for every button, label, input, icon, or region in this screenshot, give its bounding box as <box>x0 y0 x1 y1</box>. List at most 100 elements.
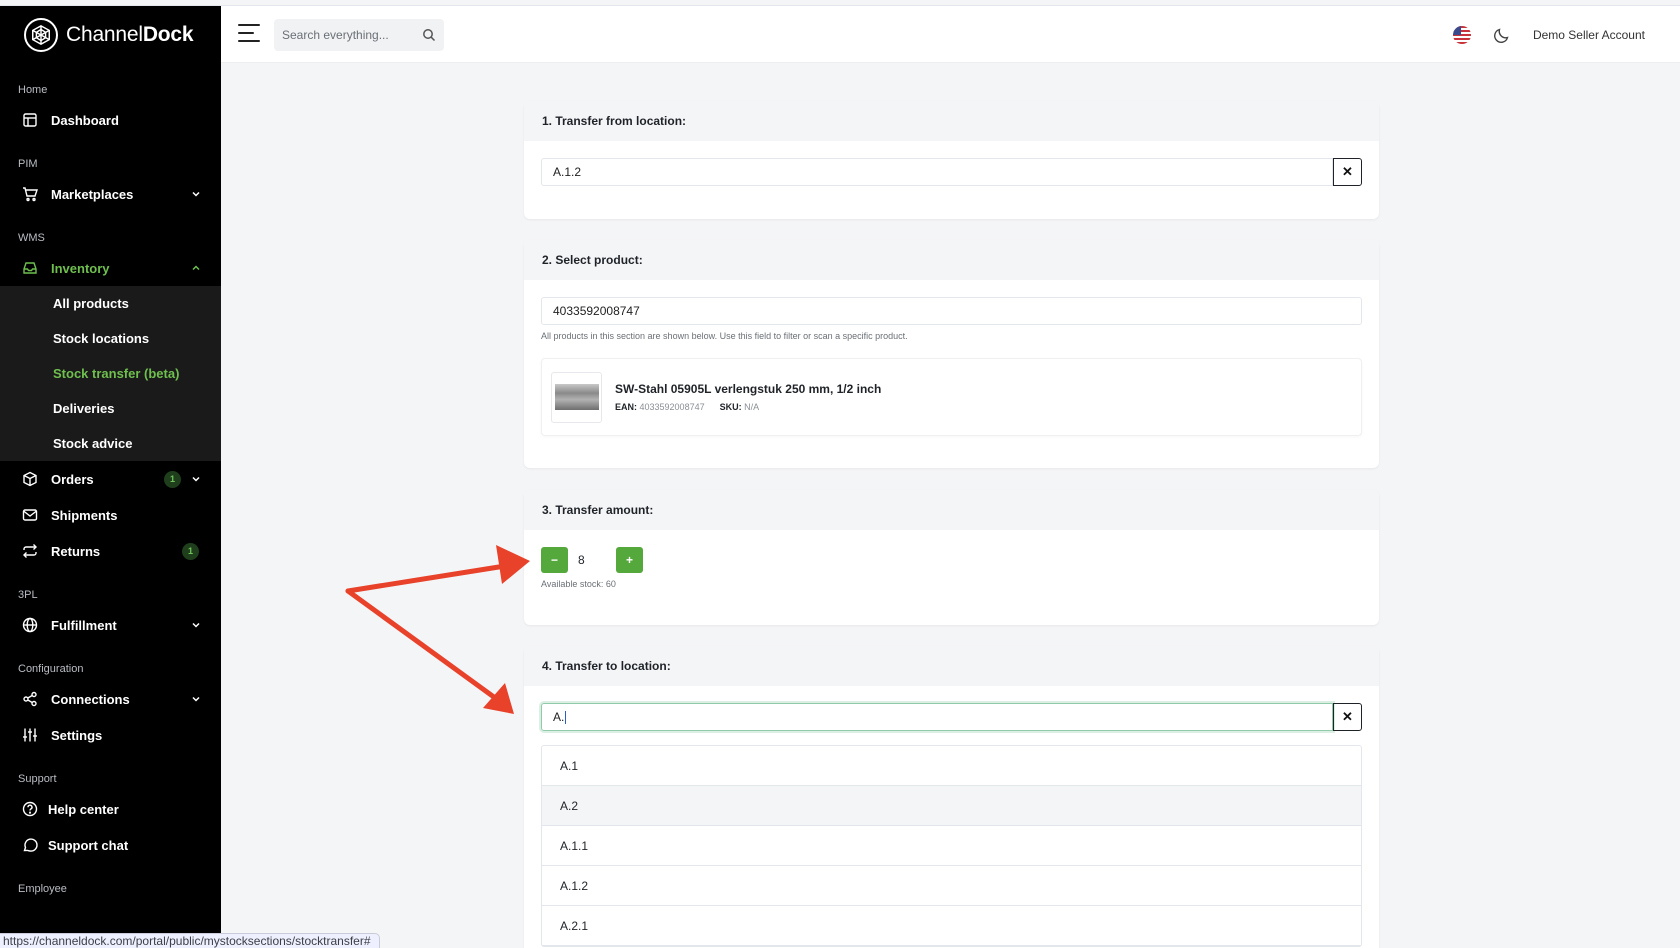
sidebar-item-fulfillment[interactable]: Fulfillment <box>0 607 221 643</box>
product-image <box>551 371 602 423</box>
sidebar-item-label: Connections <box>51 691 130 707</box>
from-location-input[interactable]: A.1.2 <box>541 158 1333 186</box>
card-title: 3. Transfer amount: <box>524 490 1379 530</box>
sidebar-item-label: Fulfillment <box>51 617 117 633</box>
sidebar-item-label: Inventory <box>51 260 110 276</box>
product-meta: EAN: 4033592008747 SKU: N/A <box>615 402 760 412</box>
card-transfer-from: 1. Transfer from location: A.1.2 ✕ <box>524 101 1379 219</box>
share-icon <box>22 691 38 707</box>
card-select-product: 2. Select product: 4033592008747 All pro… <box>524 240 1379 468</box>
main-content: 1. Transfer from location: A.1.2 ✕ 2. Se… <box>221 63 1680 948</box>
chat-bubble-icon <box>22 837 38 853</box>
card-transfer-to: 4. Transfer to location: A. ✕ A.1 A.2 A.… <box>524 646 1379 948</box>
us-flag-icon[interactable] <box>1452 25 1471 44</box>
global-search[interactable] <box>274 19 444 51</box>
product-sku: N/A <box>744 402 760 412</box>
sidebar-item-settings[interactable]: Settings <box>0 717 221 753</box>
decrement-button[interactable]: − <box>541 547 568 573</box>
location-option[interactable]: A.1.1 <box>542 826 1361 866</box>
inbox-icon <box>22 260 38 276</box>
section-pim: PIM <box>18 158 38 170</box>
section-wms: WMS <box>18 232 45 244</box>
sliders-icon <box>22 727 38 743</box>
section-employee: Employee <box>18 883 67 895</box>
sidebar-item-connections[interactable]: Connections <box>0 681 221 717</box>
dark-mode-moon-icon[interactable] <box>1493 26 1511 44</box>
globe-icon <box>22 617 38 633</box>
layout-icon <box>22 112 38 128</box>
sidebar-item-label: Orders <box>51 471 94 487</box>
status-bar-url: https://channeldock.com/portal/public/my… <box>0 933 380 948</box>
card-title: 2. Select product: <box>524 240 1379 280</box>
clear-from-location-button[interactable]: ✕ <box>1333 158 1362 186</box>
sidebar-subitem-all-products[interactable]: All products <box>0 286 221 321</box>
sidebar-item-returns[interactable]: Returns 1 <box>0 533 221 569</box>
brand-name: ChannelDock <box>66 23 194 46</box>
sidebar: ChannelDock Home Dashboard PIM Marketpla… <box>0 6 221 948</box>
sidebar-item-marketplaces[interactable]: Marketplaces <box>0 176 221 212</box>
location-option[interactable]: A.1 <box>542 746 1361 786</box>
sidebar-item-label: Settings <box>51 727 103 743</box>
sidebar-subitem-stock-locations[interactable]: Stock locations <box>0 321 221 356</box>
sidebar-item-inventory[interactable]: Inventory <box>0 250 221 286</box>
channeldock-logo-icon <box>24 18 58 52</box>
sidebar-item-shipments[interactable]: Shipments <box>0 497 221 533</box>
chevron-down-icon <box>191 694 201 704</box>
sidebar-subitem-stock-transfer[interactable]: Stock transfer (beta) <box>0 356 221 391</box>
card-title: 4. Transfer to location: <box>524 646 1379 686</box>
quantity-stepper: − 8 + <box>541 547 1362 573</box>
quantity-input[interactable]: 8 <box>568 547 616 573</box>
returns-count-badge: 1 <box>182 542 199 560</box>
sidebar-item-label: Dashboard <box>51 112 119 128</box>
sidebar-item-label: Help center <box>48 801 119 817</box>
chevron-up-icon <box>191 263 201 273</box>
mail-icon <box>22 507 38 523</box>
sidebar-item-label: Marketplaces <box>51 186 134 202</box>
sidebar-item-help-center[interactable]: Help center <box>0 791 221 827</box>
section-home: Home <box>18 84 48 96</box>
menu-toggle-icon[interactable] <box>238 24 260 44</box>
section-3pl: 3PL <box>18 589 38 601</box>
product-search-input[interactable]: 4033592008747 <box>541 297 1362 325</box>
search-icon[interactable] <box>422 28 436 42</box>
to-location-field: A. ✕ <box>541 703 1362 731</box>
to-location-input[interactable]: A. <box>541 703 1333 731</box>
available-stock: Available stock: 60 <box>541 579 616 589</box>
search-input[interactable] <box>282 28 412 42</box>
product-ean: 4033592008747 <box>639 402 705 412</box>
brand[interactable]: ChannelDock <box>0 6 221 64</box>
chevron-down-icon <box>191 474 201 484</box>
sidebar-item-label: Returns <box>51 543 101 559</box>
orders-count-badge: 1 <box>164 470 181 488</box>
card-transfer-amount: 3. Transfer amount: − 8 + Available stoc… <box>524 490 1379 625</box>
product-search-help: All products in this section are shown b… <box>541 331 908 341</box>
sidebar-item-support-chat[interactable]: Support chat <box>0 827 221 863</box>
sidebar-subitem-deliveries[interactable]: Deliveries <box>0 391 221 426</box>
chevron-down-icon <box>191 620 201 630</box>
cart-icon <box>22 186 38 202</box>
card-title: 1. Transfer from location: <box>524 101 1379 141</box>
sidebar-item-label: Support chat <box>48 837 129 853</box>
sidebar-item-orders[interactable]: Orders 1 <box>0 461 221 497</box>
box-icon <box>22 471 38 487</box>
section-support: Support <box>18 773 57 785</box>
section-configuration: Configuration <box>18 663 84 675</box>
account-menu[interactable]: Demo Seller Account <box>1533 28 1645 42</box>
inventory-submenu: All products Stock locations Stock trans… <box>0 286 221 461</box>
from-location-field: A.1.2 ✕ <box>541 158 1362 186</box>
clear-to-location-button[interactable]: ✕ <box>1333 703 1362 731</box>
location-option[interactable]: A.2.1 <box>542 906 1361 946</box>
sidebar-subitem-stock-advice[interactable]: Stock advice <box>0 426 221 461</box>
location-suggestions: A.1 A.2 A.1.1 A.1.2 A.2.1 <box>541 745 1362 947</box>
product-name: SW-Stahl 05905L verlengstuk 250 mm, 1/2 … <box>615 382 882 396</box>
location-option[interactable]: A.1.2 <box>542 866 1361 906</box>
sidebar-item-label: Shipments <box>51 507 118 523</box>
product-item[interactable]: SW-Stahl 05905L verlengstuk 250 mm, 1/2 … <box>541 358 1362 436</box>
header-right: Demo Seller Account <box>1452 6 1680 63</box>
top-header: Demo Seller Account <box>221 6 1680 63</box>
chevron-down-icon <box>191 189 201 199</box>
sidebar-item-dashboard[interactable]: Dashboard <box>0 102 221 138</box>
location-option[interactable]: A.2 <box>542 786 1361 826</box>
repeat-icon <box>22 543 38 559</box>
increment-button[interactable]: + <box>616 547 643 573</box>
